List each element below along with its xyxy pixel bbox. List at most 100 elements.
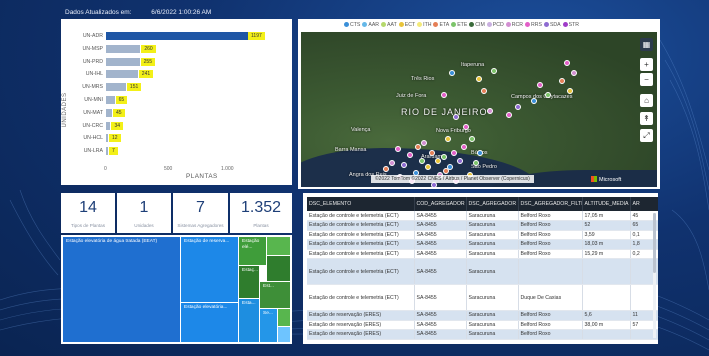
tilt-button[interactable]: ⤢: [640, 129, 653, 142]
treemap-cell[interactable]: Estação de reserva...: [181, 237, 238, 302]
map-plant-marker[interactable]: [407, 152, 413, 158]
map-plant-marker[interactable]: [421, 140, 427, 146]
bar[interactable]: [106, 44, 141, 53]
bar-row[interactable]: UN-MRS 151: [61, 82, 292, 92]
legend-label[interactable]: AAT: [387, 22, 397, 28]
column-header[interactable]: ALTITUDE_MEDIA: [582, 197, 631, 211]
table-row[interactable]: Estação de controle e telemetria (ECT) SA…: [307, 258, 658, 285]
treemap-cell[interactable]: Est...: [260, 282, 290, 308]
bar[interactable]: [106, 32, 264, 40]
legend-label[interactable]: ITH: [423, 22, 431, 28]
legend-label[interactable]: AAR: [368, 22, 379, 28]
treemap-cell[interactable]: Se...: [260, 309, 277, 342]
column-header[interactable]: DSC_AGREGADOR_FILTRADO: [518, 197, 583, 211]
bar-row[interactable]: UN-MNI 65: [61, 95, 292, 105]
column-header[interactable]: DSC_ELEMENTO: [307, 197, 415, 211]
bar-row[interactable]: UN-HCL 12: [61, 133, 292, 143]
bar-row[interactable]: UN-CRC 34: [61, 121, 292, 131]
legend-label[interactable]: PCD: [493, 22, 504, 28]
treemap-cell[interactable]: [278, 327, 290, 342]
map-plant-marker[interactable]: [389, 160, 395, 166]
column-header[interactable]: DSC_AGREGADOR: [466, 197, 519, 211]
bar-row[interactable]: UN-PRD 255: [61, 57, 292, 67]
map-plant-marker[interactable]: [506, 112, 512, 118]
satellite-map[interactable]: Itaperuna Três Rios Juiz de Fora Campos …: [301, 32, 657, 187]
table-row[interactable]: Estação de controle e telemetria (ECT) SA…: [307, 230, 658, 240]
map-plant-marker[interactable]: [441, 92, 447, 98]
map-plant-marker[interactable]: [559, 78, 565, 84]
reset-view-button[interactable]: ⌂: [640, 94, 653, 107]
vertical-scrollbar[interactable]: [653, 213, 656, 338]
treemap-cell[interactable]: Esta...: [239, 299, 259, 342]
column-header[interactable]: AR: [630, 197, 658, 211]
map-plant-marker[interactable]: [449, 70, 455, 76]
map-plant-marker[interactable]: [441, 154, 447, 160]
map-plant-marker[interactable]: [453, 114, 459, 120]
legend-label[interactable]: CIM: [475, 22, 485, 28]
bar-row[interactable]: UN-ADR 1197: [61, 31, 292, 41]
table-row[interactable]: Estação de reservação (ERES) SA-8455 Sarac…: [307, 310, 658, 321]
bar[interactable]: [106, 70, 138, 79]
map-plant-marker[interactable]: [445, 136, 451, 142]
plant-type-treemap[interactable]: Estação elevatória de água tratada (EEAT…: [61, 235, 292, 344]
map-plant-marker[interactable]: [567, 88, 573, 94]
legend-label[interactable]: RRS: [531, 22, 542, 28]
column-header[interactable]: COD_AGREGADOR: [414, 197, 467, 211]
legend-label[interactable]: ETE: [457, 22, 467, 28]
table-row[interactable]: Estação de controle e telemetria (ECT) SA…: [307, 284, 658, 311]
bar[interactable]: [106, 96, 115, 104]
legend-label[interactable]: SDA: [550, 22, 561, 28]
map-plant-marker[interactable]: [537, 82, 543, 88]
map-plant-marker[interactable]: [443, 168, 449, 174]
map-plant-marker[interactable]: [425, 164, 431, 170]
map-plant-marker[interactable]: [564, 60, 570, 66]
map-plant-marker[interactable]: [401, 162, 407, 168]
map-plant-marker[interactable]: [545, 92, 551, 98]
map-plant-marker[interactable]: [383, 166, 389, 172]
map-plant-marker[interactable]: [491, 68, 497, 74]
zoom-in-button[interactable]: +: [640, 58, 653, 71]
bar[interactable]: [106, 134, 108, 143]
map-plant-marker[interactable]: [461, 144, 467, 150]
bar[interactable]: [106, 108, 112, 117]
plants-by-unit-chart[interactable]: UNIDADES UN-ADR 1197 UN-MSP 260 UN-PRD 255 UN-…: [61, 19, 292, 185]
map-plant-marker[interactable]: [571, 70, 577, 76]
scrollbar-thumb[interactable]: [653, 213, 656, 273]
map-plant-marker[interactable]: [435, 158, 441, 164]
bar[interactable]: [106, 147, 108, 156]
map-plant-marker[interactable]: [451, 150, 457, 156]
table-row[interactable]: Estação de reservação (ERES) SA-8455 Sarac…: [307, 329, 658, 340]
table-row[interactable]: Estação de controle e telemetria (ECT) SA…: [307, 239, 658, 250]
legend-label[interactable]: ECT: [405, 22, 415, 28]
zoom-out-button[interactable]: −: [640, 73, 653, 86]
bar-row[interactable]: UN-MSP 260: [61, 44, 292, 54]
map-plant-marker[interactable]: [419, 158, 425, 164]
map-panel[interactable]: CTS AAR AAT ECT ITH ETA ETE CIM PCD RCR RRS SDA STR …: [298, 19, 660, 189]
bar[interactable]: [106, 57, 140, 66]
legend-label[interactable]: RCR: [512, 22, 523, 28]
treemap-cell[interactable]: Estação elevatória...: [181, 303, 238, 342]
map-plant-marker[interactable]: [481, 88, 487, 94]
map-style-button[interactable]: ▦: [640, 38, 653, 51]
treemap-cell[interactable]: [267, 237, 290, 255]
map-plant-marker[interactable]: [457, 158, 463, 164]
table-row[interactable]: Estação de controle e telemetria (ECT) SA…: [307, 220, 658, 231]
legend-label[interactable]: STR: [569, 22, 579, 28]
legend-label[interactable]: ETA: [439, 22, 449, 28]
compass-button[interactable]: ↟: [640, 112, 653, 125]
map-plant-marker[interactable]: [429, 150, 435, 156]
map-plant-marker[interactable]: [476, 76, 482, 82]
table-row[interactable]: Estação de controle e telemetria (ECT) SA…: [307, 249, 658, 259]
map-plant-marker[interactable]: [473, 160, 479, 166]
treemap-cell[interactable]: [267, 256, 290, 281]
map-plant-marker[interactable]: [531, 98, 537, 104]
map-plant-marker[interactable]: [477, 150, 483, 156]
map-plant-marker[interactable]: [463, 124, 469, 130]
map-plant-marker[interactable]: [487, 108, 493, 114]
bar[interactable]: [106, 121, 111, 130]
plants-table[interactable]: DSC_ELEMENTO COD_AGREGADOR DSC_AGREGADOR DS…: [303, 193, 658, 344]
treemap-cell[interactable]: Estação elevatória de água tratada (EEAT…: [63, 237, 180, 342]
bar-row[interactable]: UN-IHL 241: [61, 69, 292, 79]
treemap-cell[interactable]: Estaç...: [239, 266, 259, 298]
bar-row[interactable]: UN-MAT 45: [61, 108, 292, 118]
